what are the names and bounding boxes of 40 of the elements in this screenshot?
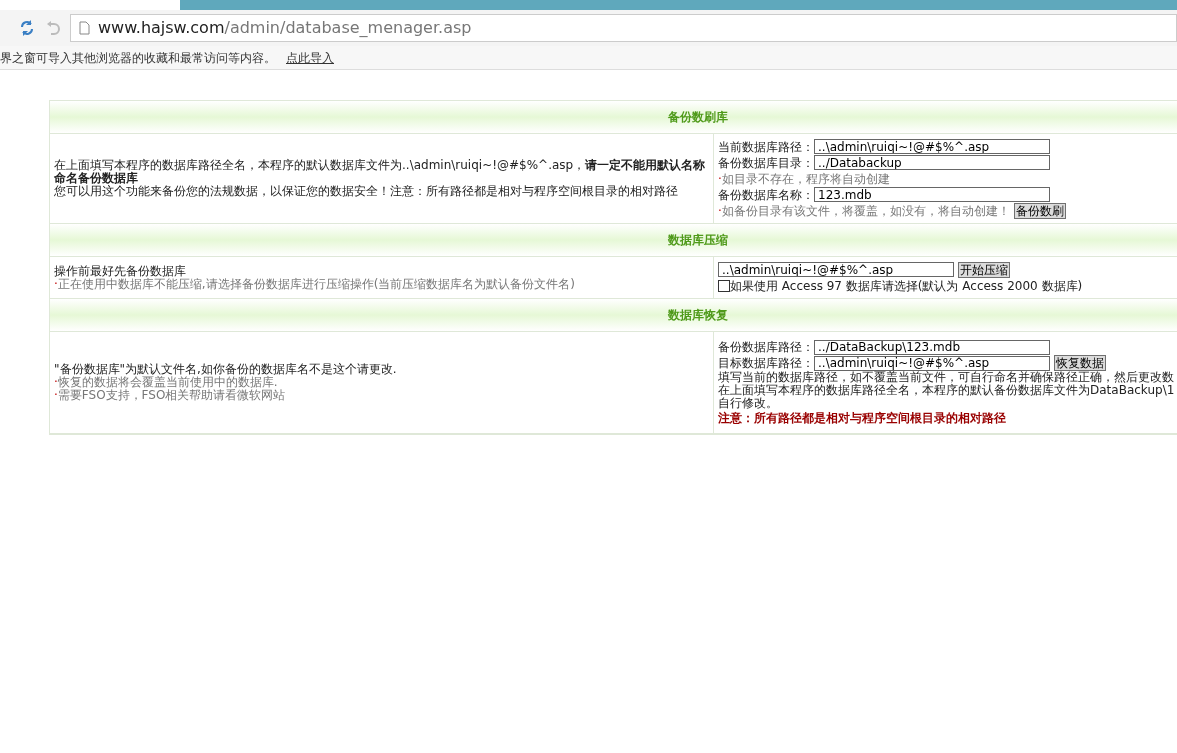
bullet-icon: · [718,201,722,220]
field-label: 备份数据库目录： [718,154,814,172]
description-text: 在上面填写本程序的数据库路径全名，本程序的默认数据库文件为..\admin\ruiqi~!@#$%^.asp，请一定不能用默认名称命名备份数据库 [54,159,707,185]
reload-icon[interactable] [18,19,36,37]
input-field[interactable]: 123.mdb [814,187,1050,202]
infobar-text: 界之窗可导入其他浏览器的收藏和最常访问等内容。 [0,49,276,67]
form-button[interactable]: 恢复数据 [1054,355,1106,371]
section-header: 数据库恢复 [50,299,1177,332]
input-field[interactable]: ..\admin\ruiqi~!@#$%^.asp [814,139,1050,154]
field-label: 备份数据库名称： [718,186,814,204]
info-text: 填写当前的数据库路径，如不覆盖当前文件，可自行命名并确保路径正确，然后更改数 [718,371,1175,384]
checkbox[interactable] [718,279,730,292]
bullet-icon: · [54,389,58,402]
input-field[interactable]: ..\admin\ruiqi~!@#$%^.asp [814,355,1050,371]
bullet-icon: · [54,376,58,389]
hint-text: 需要FSO支持，FSO相关帮助请看微软网站 [57,389,286,402]
field-label: 备份数据库路径： [718,339,814,356]
bullet-icon: · [718,169,722,188]
section-header: 数据库压缩 [50,224,1177,257]
hint-text: 正在使用中数据库不能压缩,请选择备份数据库进行压缩操作(当前压缩数据库名为默认备份文件名) [57,277,575,291]
field-label: 当前数据库路径： [718,138,814,156]
description-text: 您可以用这个功能来备份您的法规数据，以保证您的数据安全！注意：所有路径都是相对与程序空间根目录的相对路径 [54,185,679,198]
input-field[interactable]: ../DataBackup\123.mdb [814,339,1050,355]
import-link[interactable]: 点此导入 [286,48,334,67]
checkbox-label: 如果使用 Access 97 数据库请选择(默认为 Access 2000 数据库) [730,277,1083,295]
form-button[interactable]: 开始压缩 [958,261,1010,278]
page-icon [79,21,90,35]
input-field[interactable]: ../Databackup [814,155,1050,170]
bullet-icon: · [54,277,58,291]
description-text: "备份数据库"为默认文件名,如你备份的数据库名不是这个请更改. [54,363,398,376]
input-field[interactable]: ..\admin\ruiqi~!@#$%^.asp [718,262,954,277]
form-button[interactable]: 备份数刷 [1013,202,1066,219]
info-text: 自行修改。 [718,397,779,410]
description-text: 操作前最好先备份数据库 [54,264,187,278]
info-text: 在上面填写本程序的数据库路径全名，本程序的默认备份数据库文件为DataBackup\1 [718,384,1176,397]
address-bar[interactable]: www.hajsw.com/admin/database_menager.asp [70,14,1177,42]
field-label: 目标数据库路径： [718,355,814,371]
warning-text: 注意：所有路径都是相对与程序空间根目录的相对路径 [718,410,1007,426]
url-text: www.hajsw.com/admin/database_menager.asp [98,17,472,39]
section-header: 备份数刷库 [50,101,1177,134]
